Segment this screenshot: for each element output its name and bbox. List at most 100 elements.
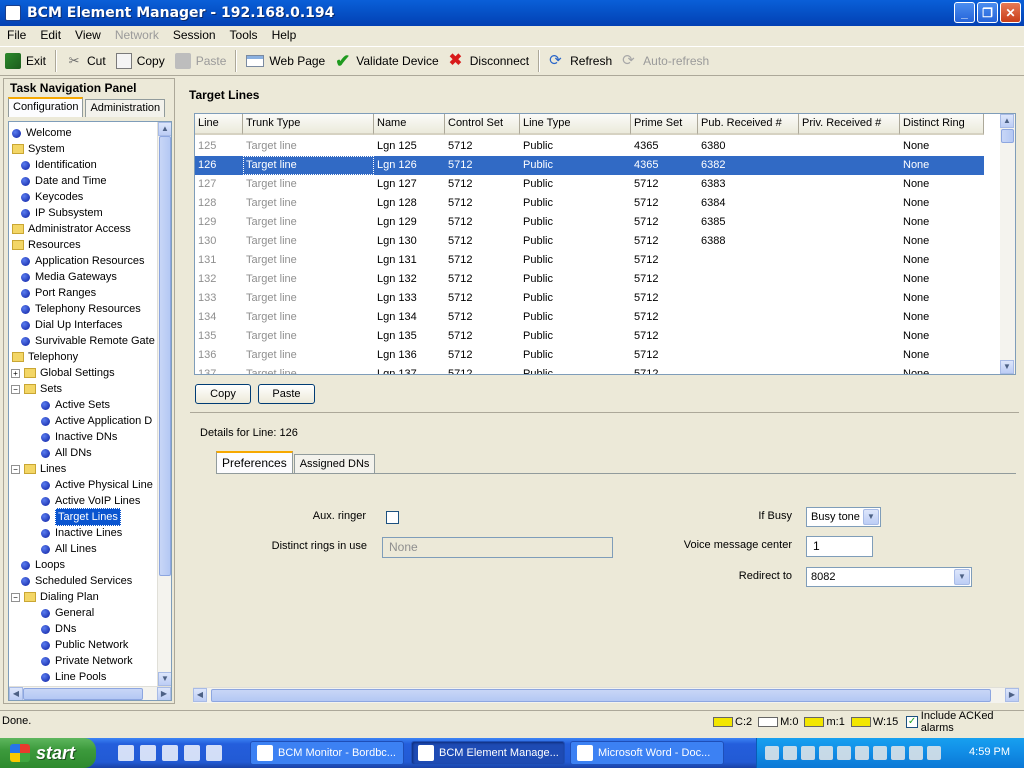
refresh-button[interactable]: ⟳ Refresh [544, 49, 617, 73]
tray-icon[interactable] [819, 746, 833, 760]
scroll-right-icon[interactable]: ▶ [1005, 688, 1019, 702]
redirect-to-select[interactable]: 8082 ▼ [806, 567, 972, 587]
copy-button[interactable]: Copy [195, 384, 251, 404]
column-header[interactable]: Priv. Received # [799, 114, 900, 135]
app-icon[interactable] [140, 745, 156, 761]
word-icon[interactable] [162, 745, 178, 761]
tray-icon[interactable] [837, 746, 851, 760]
tray-icon[interactable] [927, 746, 941, 760]
alarm-indicator[interactable]: W:15 [850, 716, 898, 728]
nav-item[interactable]: All DNs [41, 445, 92, 461]
scroll-down-icon[interactable]: ▼ [158, 672, 171, 686]
scroll-right-icon[interactable]: ▶ [157, 687, 171, 700]
nav-item[interactable]: DNs [41, 621, 76, 637]
alarm-indicator[interactable]: m:1 [804, 716, 845, 728]
taskbar-button[interactable]: BCM Element Manage... [411, 741, 565, 765]
nav-item[interactable]: Active Sets [41, 397, 110, 413]
nav-item[interactable]: − Lines [11, 461, 66, 477]
taskbar-button[interactable]: Microsoft Word - Doc... [570, 741, 724, 765]
tree-horizontal-scrollbar[interactable]: ◀ ▶ [9, 686, 171, 700]
tab-assigned-dns[interactable]: Assigned DNs [293, 454, 376, 473]
alarm-indicator[interactable]: M:0 [758, 716, 798, 728]
nav-item[interactable]: Resources [12, 237, 81, 253]
nav-item[interactable]: Target Lines [41, 508, 121, 526]
nav-item[interactable]: All Lines [41, 541, 97, 557]
web-page-button[interactable]: Web Page [241, 49, 330, 73]
nav-item[interactable]: IP Subsystem [21, 205, 103, 221]
nav-item[interactable]: Application Resources [21, 253, 144, 269]
nav-item[interactable]: Welcome [12, 125, 72, 141]
menu-view[interactable]: View [68, 28, 108, 42]
paste-button[interactable]: Paste [170, 49, 232, 73]
maximize-button[interactable]: ❐ [977, 2, 998, 23]
tab-configuration[interactable]: Configuration [8, 97, 84, 117]
chevron-down-icon[interactable]: ▼ [863, 509, 879, 525]
nav-item[interactable]: Telephony Resources [21, 301, 141, 317]
table-row[interactable]: 125 Target line Lgn 125 5712 Public 4365 6380 N… [195, 137, 984, 156]
nav-item[interactable]: Inactive Lines [41, 525, 122, 541]
voice-message-center-field[interactable]: 1 [806, 536, 873, 557]
column-header[interactable]: Name [374, 114, 445, 135]
tray-icon[interactable] [801, 746, 815, 760]
taskbar-button[interactable]: BCM Monitor - Bordbc... [250, 741, 404, 765]
tray-icon[interactable] [909, 746, 923, 760]
nav-item[interactable]: Scheduled Services [21, 573, 132, 589]
tray-icon[interactable] [855, 746, 869, 760]
column-header[interactable]: Prime Set [631, 114, 698, 135]
table-row[interactable]: 134 Target line Lgn 134 5712 Public 5712 None [195, 308, 984, 327]
app-icon[interactable] [206, 745, 222, 761]
tree-vertical-scrollbar[interactable]: ▲ ▼ [157, 122, 171, 686]
table-row[interactable]: 137 Target line Lgn 137 5712 Public 5712 None [195, 365, 984, 374]
nav-item[interactable]: General [41, 605, 94, 621]
scroll-thumb[interactable] [1001, 129, 1014, 143]
tray-icon[interactable] [783, 746, 797, 760]
nav-item[interactable]: Private Network [41, 653, 133, 669]
alarm-indicator[interactable]: C:2 [713, 716, 752, 728]
collapse-icon[interactable]: − [11, 384, 20, 394]
nav-item[interactable]: Keycodes [21, 189, 83, 205]
scroll-thumb[interactable] [159, 136, 171, 576]
column-header[interactable]: Line [195, 114, 243, 135]
menu-edit[interactable]: Edit [33, 28, 68, 42]
close-button[interactable]: ✕ [1000, 2, 1021, 23]
nav-item[interactable]: Media Gateways [21, 269, 117, 285]
details-horizontal-scrollbar[interactable]: ◀ ▶ [193, 687, 1019, 703]
collapse-icon[interactable]: − [11, 592, 20, 602]
table-row[interactable]: 132 Target line Lgn 132 5712 Public 5712 None [195, 270, 984, 289]
table-vertical-scrollbar[interactable]: ▲ ▼ [1000, 114, 1015, 374]
nav-item[interactable]: Dial Up Interfaces [21, 317, 122, 333]
auto-refresh-button[interactable]: ⟳ Auto-refresh [617, 49, 714, 73]
exit-button[interactable]: Exit [0, 49, 51, 73]
table-row[interactable]: 129 Target line Lgn 129 5712 Public 5712 6385 N… [195, 213, 984, 232]
aux-ringer-checkbox[interactable] [386, 511, 399, 524]
tray-icon[interactable] [891, 746, 905, 760]
nav-item[interactable]: Line Pools [41, 669, 106, 685]
menu-tools[interactable]: Tools [223, 28, 265, 42]
scroll-left-icon[interactable]: ◀ [9, 687, 23, 700]
excel-icon[interactable] [184, 745, 200, 761]
tray-icon[interactable] [873, 746, 887, 760]
table-row[interactable]: 127 Target line Lgn 127 5712 Public 5712 6383 N… [195, 175, 984, 194]
table-row[interactable]: 133 Target line Lgn 133 5712 Public 5712 None [195, 289, 984, 308]
nav-item[interactable]: Active Application D [41, 413, 152, 429]
tray-icon[interactable] [765, 746, 779, 760]
nav-item[interactable]: Public Network [41, 637, 128, 653]
minimize-button[interactable]: _ [954, 2, 975, 23]
column-header[interactable]: Line Type [520, 114, 631, 135]
nav-item[interactable]: Port Ranges [21, 285, 96, 301]
disconnect-button[interactable]: ✖ Disconnect [444, 49, 534, 73]
copy-button[interactable]: Copy [111, 49, 170, 73]
menu-network[interactable]: Network [108, 28, 166, 42]
table-row[interactable]: 130 Target line Lgn 130 5712 Public 5712 6388 N… [195, 232, 984, 251]
menu-session[interactable]: Session [166, 28, 223, 42]
nav-item[interactable]: − Dialing Plan [11, 589, 99, 605]
nav-item[interactable]: Identification [21, 157, 97, 173]
nav-item[interactable]: Inactive DNs [41, 429, 117, 445]
nav-item[interactable]: Date and Time [21, 173, 107, 189]
scroll-thumb[interactable] [23, 688, 143, 700]
collapse-icon[interactable]: − [11, 464, 20, 474]
table-row[interactable]: 135 Target line Lgn 135 5712 Public 5712 None [195, 327, 984, 346]
scroll-up-icon[interactable]: ▲ [1000, 114, 1014, 128]
nav-item[interactable]: + Global Settings [11, 365, 115, 381]
scroll-up-icon[interactable]: ▲ [158, 122, 171, 136]
